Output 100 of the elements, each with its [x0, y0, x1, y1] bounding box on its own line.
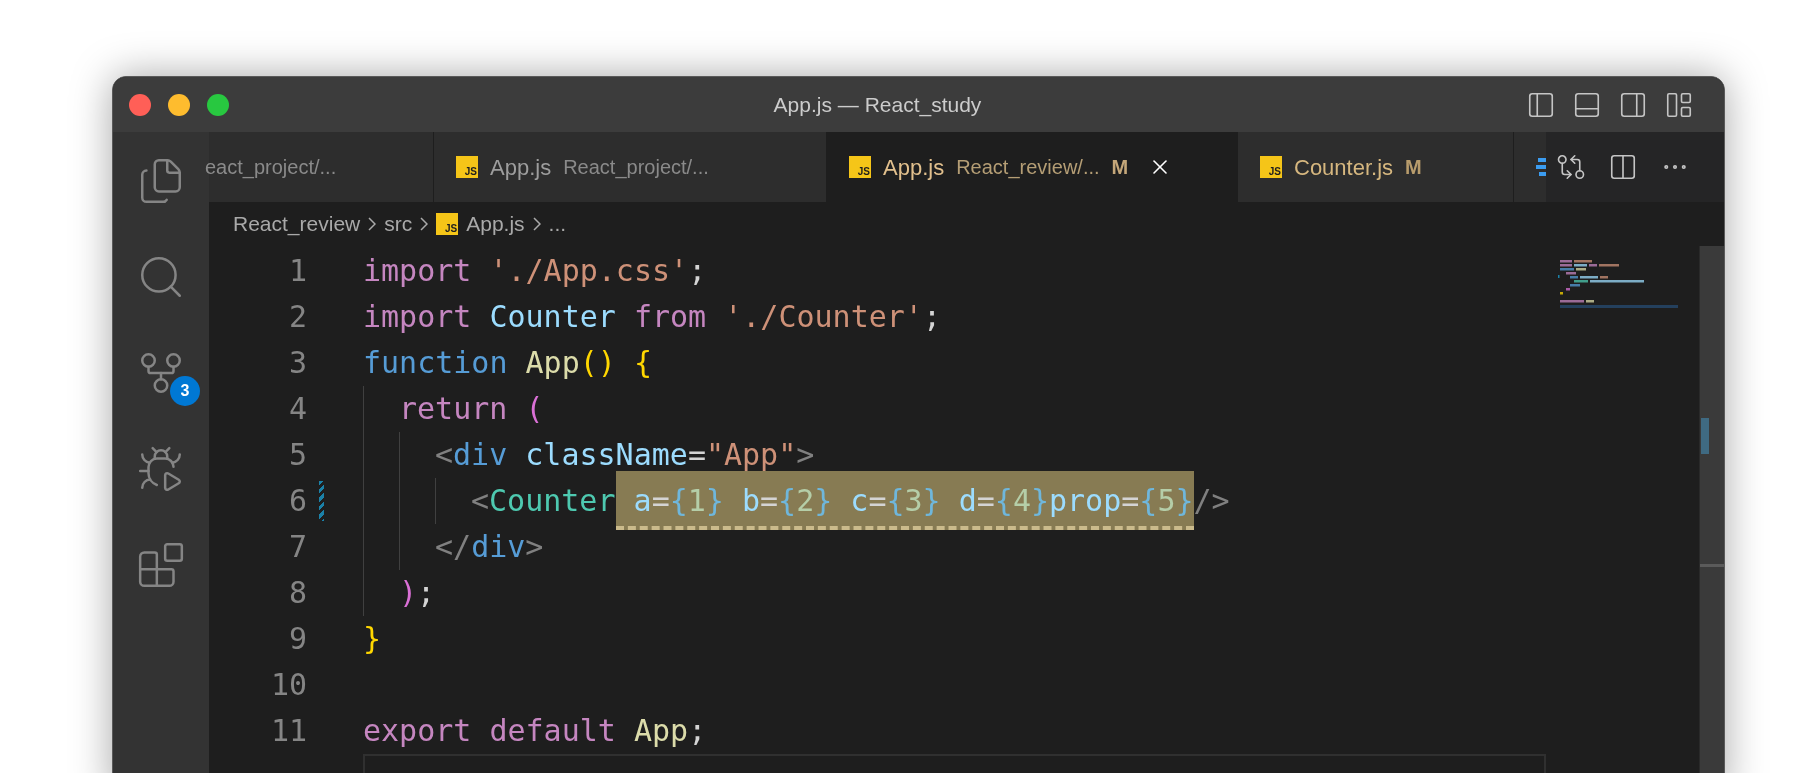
- code-token: default: [489, 713, 617, 748]
- line-number: 10: [269, 666, 307, 704]
- line-number: 9: [287, 620, 307, 658]
- chevron-icon: [420, 217, 429, 231]
- line-number: 6: [287, 482, 307, 520]
- tab-label: App.js: [490, 153, 552, 182]
- code-token: 1: [687, 483, 706, 518]
- tab-label: Counter.js: [1294, 153, 1394, 182]
- code-token: c: [850, 483, 869, 518]
- code-token: ;: [688, 713, 707, 748]
- code-token: ;: [417, 575, 436, 610]
- code-token: =: [687, 437, 706, 472]
- code-token: return: [399, 391, 509, 426]
- line-number: 7: [287, 528, 307, 566]
- close-window-button[interactable]: [129, 93, 151, 116]
- code-token: import: [363, 253, 473, 288]
- js-file-icon: JS: [849, 156, 871, 178]
- code-token: 4: [1012, 483, 1031, 518]
- modified-status-label: M: [1111, 155, 1129, 180]
- modified-status-label: M: [1405, 155, 1422, 180]
- window-title: App.js — React_study: [773, 91, 982, 119]
- code-token: <: [435, 437, 454, 472]
- js-file-icon: JS: [1260, 156, 1282, 178]
- code-token: 3: [904, 483, 923, 518]
- line-number: 3: [287, 344, 307, 382]
- code-token: App: [525, 345, 580, 380]
- breadcrumb-item[interactable]: src: [384, 208, 413, 240]
- code-token: </: [435, 529, 472, 564]
- code-token: Counter: [489, 483, 616, 518]
- code-token: export: [363, 713, 473, 748]
- line-number: 1: [287, 252, 307, 290]
- extensions-icon[interactable]: [136, 540, 186, 590]
- tab-label: App.js: [883, 153, 945, 182]
- code-token: {: [1139, 483, 1158, 518]
- change-marker: [1701, 418, 1709, 454]
- code-token: }: [705, 483, 725, 518]
- chevron-icon: [368, 217, 377, 231]
- code-token: a: [632, 483, 652, 518]
- code-token: b: [741, 483, 760, 518]
- code-token: =: [976, 483, 995, 518]
- code-token: {: [994, 483, 1013, 518]
- code-token: 5: [1157, 483, 1176, 518]
- code-token: {: [886, 483, 905, 518]
- code-token: import: [363, 299, 473, 334]
- code-token: }: [363, 621, 382, 656]
- editor-tab[interactable]: JS App.js React_review/... M: [827, 132, 1238, 202]
- code-token: }: [922, 483, 942, 518]
- zoom-window-button[interactable]: [207, 93, 229, 116]
- scrollbar[interactable]: [1699, 246, 1724, 773]
- breadcrumb-item[interactable]: App.js: [466, 208, 525, 240]
- code-token: ;: [922, 299, 941, 334]
- code-token: "App": [705, 437, 797, 472]
- code-token: App: [633, 713, 689, 748]
- code-token: prop: [1049, 483, 1122, 518]
- editor-tab[interactable]: JS Counter.js M: [1238, 132, 1514, 202]
- tab-path: React_project/...: [563, 155, 709, 181]
- code-token: >: [525, 529, 544, 564]
- count-badge: 3: [170, 376, 200, 406]
- code-token: >: [796, 437, 815, 472]
- compare-changes-icon[interactable]: [1556, 152, 1586, 182]
- code-token: =: [868, 483, 887, 518]
- code-token: d: [958, 483, 977, 518]
- tab-path: React_review/...: [956, 155, 1100, 181]
- code-token: className: [525, 437, 688, 472]
- code-token: }: [1030, 483, 1049, 518]
- breadcrumb-item[interactable]: React_review: [233, 208, 361, 240]
- code-token: ;: [688, 253, 707, 288]
- file-icon: [1536, 156, 1546, 178]
- code-token: './Counter': [724, 299, 923, 334]
- code-token: =: [651, 483, 670, 518]
- code-token: (: [525, 391, 544, 426]
- line-number: 4: [287, 390, 307, 428]
- code-token: function: [363, 345, 509, 380]
- code-token: ): [399, 575, 418, 610]
- code-token: div: [453, 437, 509, 472]
- code-token: =: [1121, 483, 1140, 518]
- line-number: 5: [287, 436, 307, 474]
- editor-tab[interactable]: JS App.js React_project/...: [434, 132, 827, 202]
- breadcrumb-item[interactable]: ...: [548, 208, 567, 240]
- code-token: }: [814, 483, 834, 518]
- js-file-icon: JS: [456, 156, 478, 178]
- code-token: {: [669, 483, 688, 518]
- code-token: div: [471, 529, 526, 564]
- js-file-icon: JS: [436, 213, 459, 235]
- code-token: './App.css': [489, 253, 689, 288]
- chevron-icon: [532, 217, 541, 231]
- line-number: 8: [287, 574, 307, 612]
- code-token: Counter: [489, 299, 617, 334]
- code-token: =: [760, 483, 779, 518]
- code-token: <: [471, 483, 490, 518]
- split-editor-icon[interactable]: [1608, 152, 1638, 182]
- code-token: () {: [579, 345, 652, 380]
- minimize-window-button[interactable]: [168, 93, 190, 116]
- code-token: />: [1193, 483, 1230, 518]
- code-token: 2: [796, 483, 815, 518]
- line-number: 2: [287, 298, 307, 336]
- line-number: 11: [269, 712, 307, 750]
- code-token: }: [1175, 483, 1194, 518]
- code-token: from: [633, 299, 708, 334]
- code-token: {: [778, 483, 797, 518]
